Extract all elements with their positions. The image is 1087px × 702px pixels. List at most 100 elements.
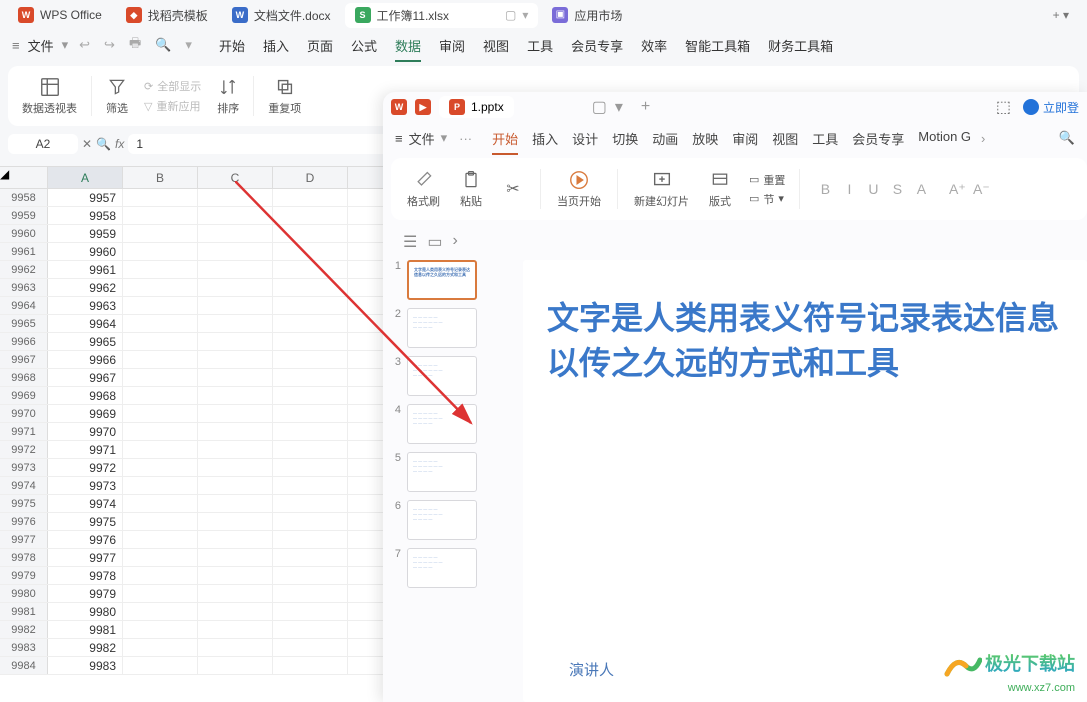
- cell[interactable]: 9978: [48, 567, 123, 584]
- column-header[interactable]: D: [273, 167, 348, 188]
- row-header[interactable]: 9960: [0, 225, 48, 242]
- cell[interactable]: 9959: [48, 225, 123, 242]
- cell-reference[interactable]: A2: [8, 134, 78, 154]
- cell[interactable]: [123, 513, 198, 530]
- cell[interactable]: 9981: [48, 621, 123, 638]
- login-button[interactable]: 立即登: [1023, 99, 1079, 116]
- show-all-button[interactable]: ⟳全部显示: [144, 78, 201, 94]
- select-all-corner[interactable]: ◢: [0, 167, 48, 188]
- menu-item-财务工具箱[interactable]: 财务工具箱: [768, 36, 833, 55]
- window-tab[interactable]: W文档文件.docx: [222, 3, 341, 28]
- cell[interactable]: [123, 225, 198, 242]
- cell[interactable]: [123, 369, 198, 386]
- font-decrease-button[interactable]: A⁻: [970, 178, 992, 200]
- slide-thumbnail[interactable]: — — — — —— — — — — —— — — —: [407, 356, 477, 396]
- row-header[interactable]: 9963: [0, 279, 48, 296]
- row-header[interactable]: 9964: [0, 297, 48, 314]
- cell[interactable]: [198, 603, 273, 620]
- row-header[interactable]: 9967: [0, 351, 48, 368]
- slide-thumbnail[interactable]: 文字是人类用表义符号记录表达信息以传之久远的方式和工具: [407, 260, 477, 300]
- row-header[interactable]: 9968: [0, 369, 48, 386]
- slide-thumbnail[interactable]: — — — — —— — — — — —— — — —: [407, 404, 477, 444]
- cell[interactable]: 9982: [48, 639, 123, 656]
- cell[interactable]: [198, 243, 273, 260]
- cell[interactable]: [273, 603, 348, 620]
- sort-button[interactable]: 排序: [209, 72, 247, 120]
- cell[interactable]: [273, 423, 348, 440]
- new-slide-button[interactable]: 新建幻灯片: [626, 165, 697, 213]
- ppt-menu-item[interactable]: 切换: [612, 129, 638, 148]
- cell[interactable]: [123, 495, 198, 512]
- cell[interactable]: [198, 297, 273, 314]
- column-header[interactable]: C: [198, 167, 273, 188]
- cell[interactable]: [273, 531, 348, 548]
- cell[interactable]: [273, 369, 348, 386]
- cell[interactable]: [273, 639, 348, 656]
- cell[interactable]: [198, 351, 273, 368]
- cell[interactable]: 9972: [48, 459, 123, 476]
- cell[interactable]: [273, 549, 348, 566]
- ppt-menu-item[interactable]: 放映: [692, 129, 718, 148]
- window-tab[interactable]: ▣应用市场: [542, 3, 632, 28]
- paste-button[interactable]: 粘贴: [452, 165, 490, 213]
- row-header[interactable]: 9970: [0, 405, 48, 422]
- row-header[interactable]: 9977: [0, 531, 48, 548]
- cell[interactable]: [273, 585, 348, 602]
- pivot-table-button[interactable]: 数据透视表: [14, 72, 85, 120]
- cell[interactable]: [123, 657, 198, 674]
- row-header[interactable]: 9984: [0, 657, 48, 674]
- menu-item-会员专享[interactable]: 会员专享: [571, 36, 623, 55]
- font-b-button[interactable]: B: [814, 178, 836, 200]
- chevron-down-icon[interactable]: ▾: [62, 37, 69, 53]
- dropdown-icon[interactable]: ▾: [615, 97, 623, 117]
- cell[interactable]: 9983: [48, 657, 123, 674]
- cell[interactable]: [198, 369, 273, 386]
- file-menu[interactable]: 文件: [28, 36, 54, 55]
- font-u-button[interactable]: U: [862, 178, 884, 200]
- ppt-menu-item[interactable]: 开始: [492, 129, 518, 148]
- cell[interactable]: [123, 261, 198, 278]
- cell[interactable]: 9963: [48, 297, 123, 314]
- cell[interactable]: [273, 315, 348, 332]
- row-header[interactable]: 9975: [0, 495, 48, 512]
- outline-view-icon[interactable]: ☰: [403, 232, 417, 252]
- ppt-menu-item[interactable]: 动画: [652, 129, 678, 148]
- cell[interactable]: [123, 333, 198, 350]
- file-menu[interactable]: 文件: [409, 129, 435, 148]
- cell[interactable]: [273, 279, 348, 296]
- cancel-icon[interactable]: ✕: [82, 137, 92, 151]
- cell[interactable]: [198, 387, 273, 404]
- cell[interactable]: 9971: [48, 441, 123, 458]
- cell[interactable]: 9958: [48, 207, 123, 224]
- cell[interactable]: [198, 531, 273, 548]
- cell[interactable]: [123, 189, 198, 206]
- ppt-menu-item[interactable]: 会员专享: [852, 129, 904, 148]
- cell[interactable]: 9974: [48, 495, 123, 512]
- cell[interactable]: [198, 333, 273, 350]
- cell[interactable]: [198, 567, 273, 584]
- cell[interactable]: 9962: [48, 279, 123, 296]
- ppt-file-tab[interactable]: P 1.pptx: [439, 96, 514, 118]
- cell[interactable]: [273, 459, 348, 476]
- filter-button[interactable]: 筛选: [98, 72, 136, 120]
- cell[interactable]: [198, 549, 273, 566]
- toolbar-icon[interactable]: ↪: [104, 37, 115, 53]
- window-tab[interactable]: WWPS Office: [8, 3, 112, 27]
- menu-item-公式[interactable]: 公式: [351, 36, 377, 55]
- row-header[interactable]: 9965: [0, 315, 48, 332]
- play-current-button[interactable]: 当页开始: [549, 165, 609, 213]
- cut-button[interactable]: ✂: [494, 174, 532, 204]
- row-header[interactable]: 9958: [0, 189, 48, 206]
- section-button[interactable]: ▭节▾: [749, 191, 785, 207]
- slide-thumbnail[interactable]: — — — — —— — — — — —— — — —: [407, 500, 477, 540]
- restore-window-icon[interactable]: ▢: [592, 97, 607, 117]
- menu-item-审阅[interactable]: 审阅: [439, 36, 465, 55]
- row-header[interactable]: 9966: [0, 333, 48, 350]
- cell[interactable]: [198, 207, 273, 224]
- cell[interactable]: [273, 243, 348, 260]
- window-tab[interactable]: ◆找稻壳模板: [116, 3, 218, 28]
- cell[interactable]: [123, 567, 198, 584]
- cell[interactable]: [123, 207, 198, 224]
- slide-canvas[interactable]: 文字是人类用表义符号记录表达信息以传之久远的方式和工具 演讲人: [523, 260, 1087, 702]
- cell[interactable]: 9961: [48, 261, 123, 278]
